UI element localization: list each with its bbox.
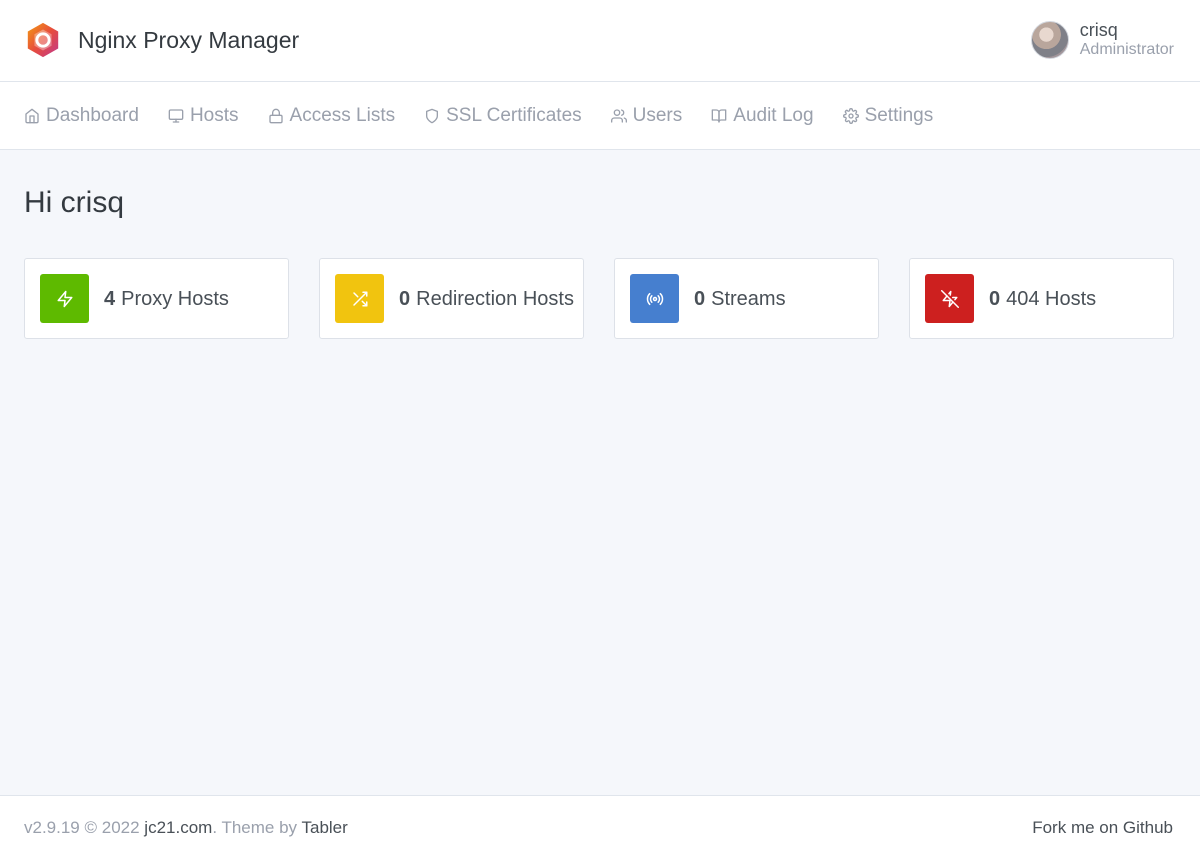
- card-stamp-proxy-hosts: [40, 274, 89, 323]
- nav-item-access-lists[interactable]: Access Lists: [268, 104, 396, 127]
- nav-label-dashboard: Dashboard: [46, 104, 139, 126]
- app-title: Nginx Proxy Manager: [78, 26, 300, 53]
- nav-label-audit-log: Audit Log: [733, 104, 814, 126]
- footer-theme-link[interactable]: Tabler: [301, 818, 347, 837]
- users-icon: [610, 108, 627, 124]
- footer-company-link[interactable]: jc21.com: [144, 818, 212, 837]
- card-text-proxy-hosts: 4 Proxy Hosts: [104, 287, 229, 311]
- card-proxy-hosts[interactable]: 4 Proxy Hosts: [24, 258, 289, 339]
- card-label: Streams: [711, 287, 786, 310]
- home-icon: [24, 108, 40, 124]
- top-header: Nginx Proxy Manager crisq Administrator: [0, 0, 1200, 82]
- nav-item-settings[interactable]: Settings: [842, 104, 934, 127]
- nav-label-ssl-certificates: SSL Certificates: [446, 104, 582, 126]
- card-count: 0: [399, 287, 411, 310]
- stats-cards: 4 Proxy Hosts 0 Redirection Hosts 0 Streams…: [24, 258, 1174, 339]
- zap-icon: [57, 290, 72, 307]
- nav-item-users[interactable]: Users: [610, 104, 683, 127]
- shuffle-icon: [352, 291, 367, 306]
- nav-label-hosts: Hosts: [189, 104, 239, 126]
- footer-theme-text: . Theme by: [212, 818, 298, 837]
- main-nav: Dashboard Hosts Access Lists SSL Certifi…: [0, 82, 1200, 150]
- nav-item-hosts[interactable]: Hosts: [168, 105, 239, 127]
- footer-github-link[interactable]: Fork me on Github: [1032, 818, 1173, 838]
- user-menu[interactable]: crisq Administrator: [1030, 18, 1174, 62]
- page-footer: v2.9.19 © 2022 jc21.com. Theme by Tabler…: [0, 795, 1200, 860]
- nav-label-access-lists: Access Lists: [289, 104, 396, 126]
- card-count: 4: [104, 287, 116, 310]
- card-count: 0: [694, 287, 706, 310]
- nav-item-ssl-certificates[interactable]: SSL Certificates: [424, 105, 582, 127]
- zap-off-icon: [940, 289, 959, 308]
- footer-credits: v2.9.19 © 2022 jc21.com. Theme by Tabler: [24, 818, 348, 838]
- card-streams[interactable]: 0 Streams: [614, 258, 879, 339]
- page-greeting: Hi crisq: [24, 186, 125, 219]
- card-redirection-hosts[interactable]: 0 Redirection Hosts: [319, 258, 584, 339]
- card-text-redirection-hosts: 0 Redirection Hosts: [399, 287, 574, 311]
- card-stamp-redirection-hosts: [335, 274, 384, 323]
- nginx-proxy-manager-logo-icon: [27, 22, 59, 58]
- card-label: 404 Hosts: [1006, 287, 1097, 310]
- card-text-streams: 0 Streams: [694, 287, 786, 311]
- footer-version: v2.9.19 © 2022: [24, 818, 140, 837]
- lock-icon: [268, 108, 284, 124]
- card-stamp-streams: [630, 274, 679, 323]
- user-info[interactable]: crisq Administrator: [1080, 20, 1174, 59]
- card-label: Redirection Hosts: [416, 287, 574, 310]
- book-open-icon: [711, 108, 727, 124]
- avatar[interactable]: [1030, 21, 1069, 59]
- card-text-404-hosts: 0 404 Hosts: [989, 287, 1096, 311]
- card-stamp-404-hosts: [925, 274, 974, 323]
- card-label: Proxy Hosts: [121, 287, 229, 310]
- card-404-hosts[interactable]: 0 404 Hosts: [909, 258, 1174, 339]
- user-role: Administrator: [1079, 41, 1174, 59]
- nav-item-dashboard[interactable]: Dashboard: [24, 105, 139, 127]
- shield-icon: [424, 108, 440, 124]
- gear-icon: [842, 107, 859, 124]
- radio-icon: [646, 292, 663, 305]
- user-name: crisq: [1079, 20, 1118, 41]
- brand-link[interactable]: Nginx Proxy Manager: [24, 20, 299, 60]
- nav-label-users: Users: [632, 104, 683, 126]
- monitor-icon: [168, 108, 184, 124]
- nav-label-settings: Settings: [864, 104, 934, 126]
- nav-item-audit-log[interactable]: Audit Log: [711, 104, 814, 127]
- card-count: 0: [989, 287, 1001, 310]
